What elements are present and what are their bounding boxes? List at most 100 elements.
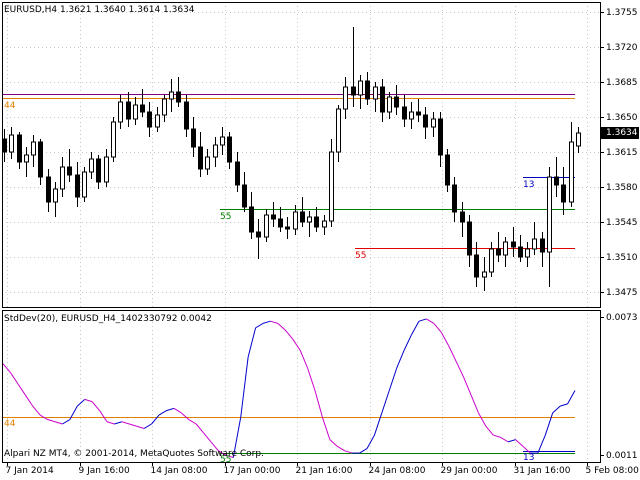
candle-body xyxy=(264,214,269,238)
stddev-segment xyxy=(307,367,316,391)
candle-body xyxy=(511,241,516,248)
candlestick-series xyxy=(2,27,581,291)
candle-body xyxy=(380,86,385,113)
stddev-segment xyxy=(270,320,279,324)
candle-body xyxy=(191,128,196,148)
candle-body xyxy=(387,96,392,113)
x-tick-label: 7 Jan 2014 xyxy=(5,466,54,476)
candle-body xyxy=(540,238,545,253)
candle-body xyxy=(365,80,370,100)
candle-body xyxy=(314,216,319,228)
stddev-segment xyxy=(99,410,108,423)
candle-body xyxy=(416,111,421,116)
stddev-segment xyxy=(91,401,100,411)
candle-body xyxy=(467,221,472,256)
candle-body xyxy=(155,114,160,128)
stddev-segment xyxy=(2,363,11,373)
indicator-y-tick-label: 0.0011 xyxy=(606,450,638,461)
stddev-segment xyxy=(299,350,309,369)
candle-body xyxy=(285,226,290,230)
candle-body xyxy=(322,220,327,228)
candle-body xyxy=(518,246,523,258)
stddev-segment xyxy=(418,318,427,322)
stddev-segment xyxy=(463,376,472,396)
candle-body xyxy=(104,156,109,183)
candle-body xyxy=(561,184,566,203)
stddev-segment xyxy=(396,350,405,369)
candle-body xyxy=(278,218,283,228)
stddev-segment xyxy=(151,414,160,425)
main-pane-border xyxy=(2,2,601,308)
stddev-segment xyxy=(166,407,175,412)
stddev-segment xyxy=(507,439,516,443)
level-label-blue: 13 xyxy=(523,179,535,190)
candle-body xyxy=(31,141,36,156)
stddev-segment xyxy=(433,323,442,333)
candle-body xyxy=(227,136,232,163)
y-tick-label: 1.3650 xyxy=(606,112,638,123)
candle-body xyxy=(503,241,508,256)
indicator-level-label-blue: 13 xyxy=(523,452,535,463)
candle-body xyxy=(126,101,131,120)
stddev-segment xyxy=(188,419,197,425)
stddev-segment xyxy=(47,419,56,423)
stddev-segment xyxy=(84,398,93,403)
grid-lines xyxy=(2,2,600,462)
stddev-segment xyxy=(388,367,398,391)
candle-body xyxy=(184,101,189,130)
stddev-segment xyxy=(470,394,479,414)
candle-body xyxy=(198,146,203,170)
y-tick-label: 1.3615 xyxy=(606,147,638,158)
indicator-level-label-green: 55 xyxy=(220,454,232,465)
candle-body xyxy=(336,108,341,153)
stddev-segment xyxy=(54,421,63,425)
candle-body xyxy=(307,216,312,223)
stddev-segment xyxy=(440,332,450,347)
stddev-series xyxy=(2,318,576,459)
candle-body xyxy=(423,114,428,128)
candle-body xyxy=(38,141,43,178)
candle-body xyxy=(300,211,305,223)
stddev-segment xyxy=(500,436,509,443)
candle-body xyxy=(205,156,210,170)
candle-body xyxy=(162,98,167,116)
candle-body xyxy=(2,138,7,153)
stddev-segment xyxy=(262,320,271,324)
stddev-segment xyxy=(121,421,130,425)
candle-body xyxy=(89,158,94,173)
stddev-segment xyxy=(321,417,331,440)
y-tick-label: 1.3755 xyxy=(606,7,638,18)
stddev-segment xyxy=(32,405,41,416)
indicator-title: StdDev(20), EURUSD_H4_1402330792 0.0042 xyxy=(4,314,212,324)
stddev-segment xyxy=(173,407,182,414)
candle-body xyxy=(474,254,479,278)
stddev-segment xyxy=(515,439,524,447)
stddev-segment xyxy=(255,322,264,329)
stddev-segment xyxy=(426,318,435,324)
candle-body xyxy=(489,248,494,273)
candle-body xyxy=(220,136,225,146)
candle-body xyxy=(9,134,14,153)
candle-body xyxy=(460,211,465,223)
stddev-segment xyxy=(559,403,568,407)
stddev-segment xyxy=(129,423,137,427)
chart-svg xyxy=(2,2,639,466)
x-tick-label: 21 Jan 16:00 xyxy=(295,466,353,476)
candle-body xyxy=(82,171,87,198)
candle-body xyxy=(358,80,363,96)
candle-body xyxy=(67,166,72,176)
stddev-segment xyxy=(411,320,420,335)
candle-body xyxy=(373,86,378,100)
candle-body xyxy=(53,188,58,203)
stddev-segment xyxy=(76,399,86,407)
candle-body xyxy=(249,206,254,233)
y-tick-label: 1.3510 xyxy=(606,252,638,263)
stddev-segment xyxy=(136,425,145,429)
y-tick-label: 1.3475 xyxy=(606,287,638,298)
stddev-segment xyxy=(337,445,345,452)
stddev-segment xyxy=(403,334,413,351)
stddev-segment xyxy=(284,329,294,340)
chart-frame xyxy=(2,2,601,463)
candle-body xyxy=(235,161,240,186)
stddev-segment xyxy=(277,323,286,331)
